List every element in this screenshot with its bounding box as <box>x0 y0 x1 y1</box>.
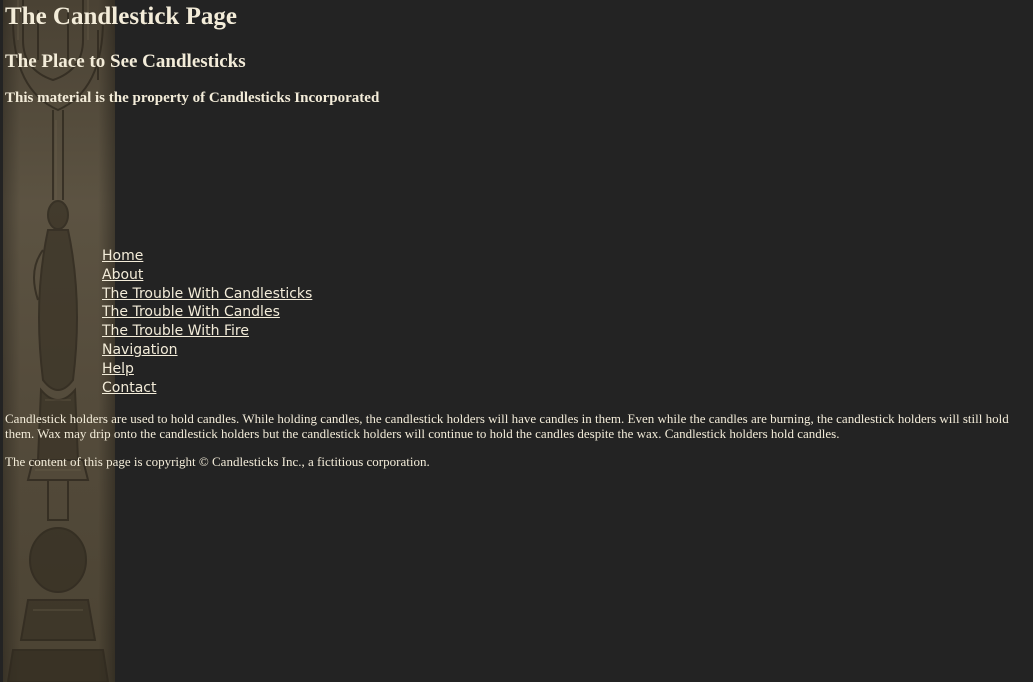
page-title: The Candlestick Page <box>5 3 237 30</box>
nav-link-help[interactable]: Help <box>102 360 312 379</box>
page-subtitle: The Place to See Candlesticks <box>5 51 246 72</box>
page-content: The Candlestick Page The Place to See Ca… <box>5 0 1025 107</box>
nav-link-navigation[interactable]: Navigation <box>102 341 312 360</box>
nav-link-trouble-with-candlesticks[interactable]: The Trouble With Candlesticks <box>102 285 312 304</box>
nav-link-trouble-with-candles[interactable]: The Trouble With Candles <box>102 303 312 322</box>
nav-link-trouble-with-fire[interactable]: The Trouble With Fire <box>102 322 312 341</box>
property-notice: This material is the property of Candles… <box>5 90 380 106</box>
main-navigation: Home About The Trouble With Candlesticks… <box>102 247 312 397</box>
copyright-notice: The content of this page is copyright © … <box>5 454 430 469</box>
nav-link-home[interactable]: Home <box>102 247 312 266</box>
nav-link-contact[interactable]: Contact <box>102 379 312 398</box>
nav-link-about[interactable]: About <box>102 266 312 285</box>
main-paragraph: Candlestick holders are used to hold can… <box>5 411 1009 441</box>
